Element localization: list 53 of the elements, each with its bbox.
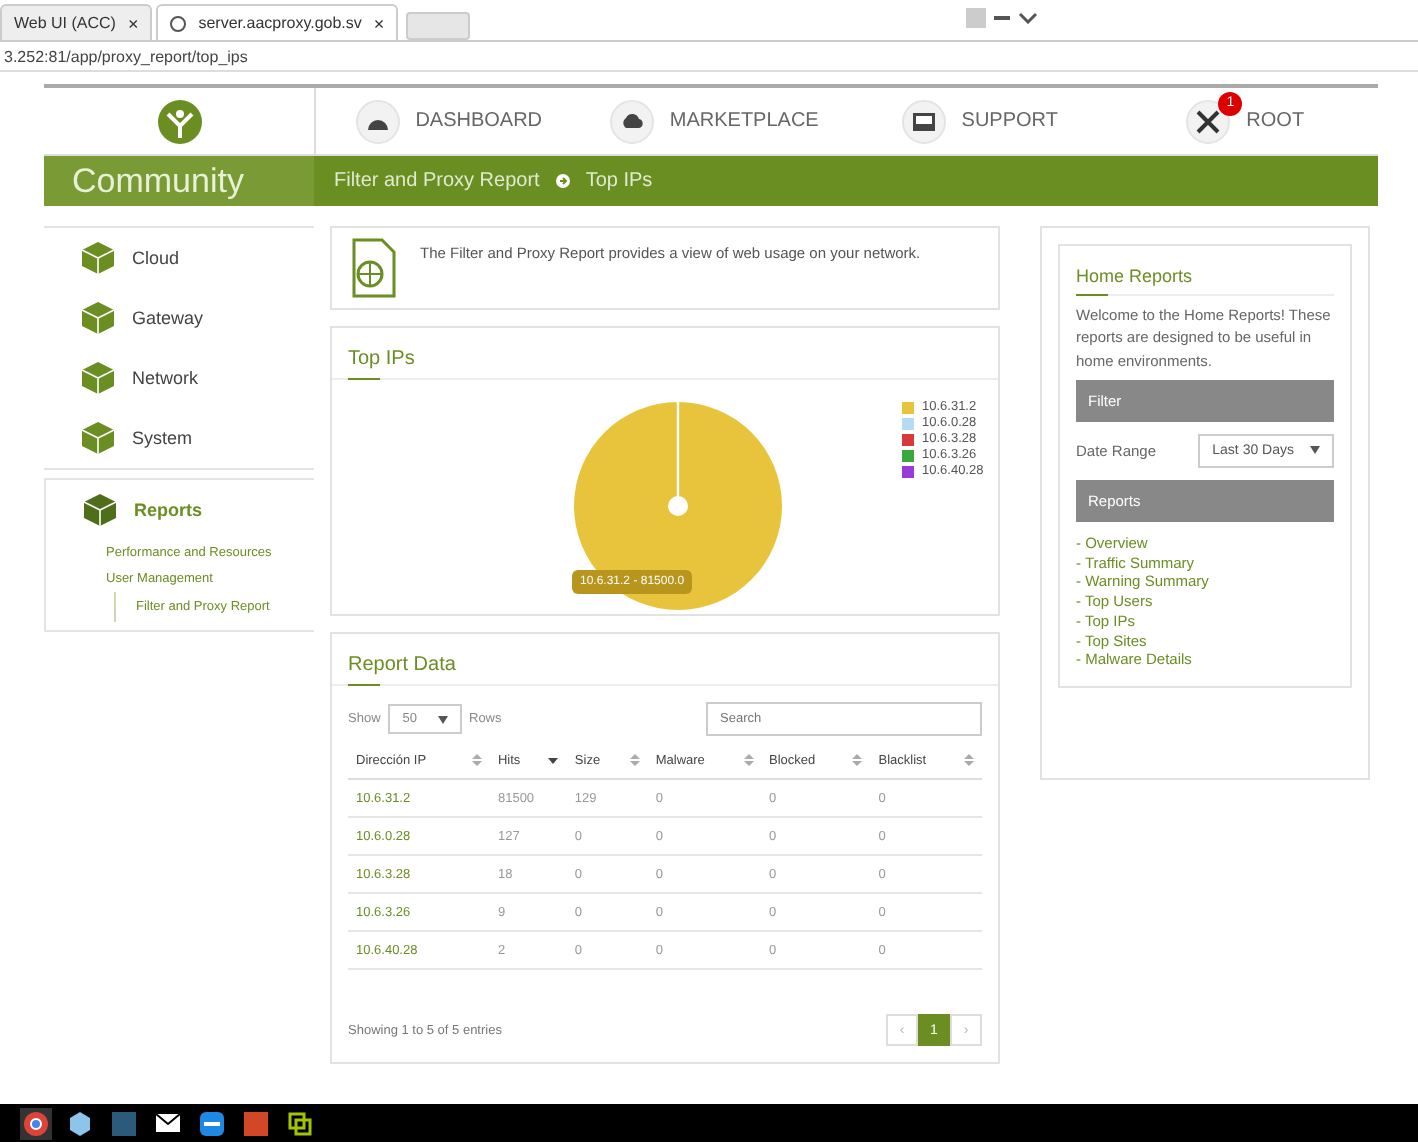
sort-icon: [629, 754, 640, 766]
card-title: Top IPs: [332, 328, 998, 380]
nav-link[interactable]: DASHBOARD: [316, 88, 582, 154]
caret-icon: [1310, 446, 1320, 455]
chevron-down-icon[interactable]: [1018, 12, 1038, 24]
address-bar[interactable]: 3.252:81/app/proxy_report/top_ips: [0, 42, 1418, 72]
minimize-icon[interactable]: [994, 15, 1010, 21]
sort-icon: [743, 754, 754, 766]
sort-icon: [964, 754, 974, 766]
community-logo-icon: [157, 99, 201, 143]
sort-icon: [471, 754, 482, 766]
tab-close[interactable]: ×: [127, 13, 139, 33]
cube-icon: [80, 420, 116, 456]
sidebar-item[interactable]: Network: [44, 348, 211, 408]
breadcrumb[interactable]: Filter and Proxy Report: [334, 170, 540, 192]
web-document-icon: [348, 236, 400, 300]
browser-tab[interactable]: server.aacproxy.gob.sv ×: [156, 4, 399, 40]
brand-name: Community: [44, 156, 314, 206]
caret-icon: [437, 715, 447, 723]
taskbar-button[interactable]: [20, 1107, 52, 1139]
card-title: Report Data: [332, 634, 998, 686]
cube-icon: [70, 1111, 90, 1135]
cloud-download-icon: [619, 112, 644, 130]
taskbar-button[interactable]: [284, 1107, 316, 1139]
sidebar-item[interactable]: Reports: [46, 480, 215, 540]
browser-icon: [24, 1111, 48, 1135]
sidebar-item[interactable]: System: [44, 408, 205, 468]
globe-icon: [170, 15, 187, 31]
taskbar-button[interactable]: [196, 1107, 228, 1139]
cube-icon: [82, 492, 118, 528]
card-title: Home Reports: [1076, 246, 1334, 296]
nav-link[interactable]: MARKETPLACE: [581, 88, 847, 154]
nav-link[interactable]: SUPPORT: [847, 88, 1113, 154]
sidebar-item[interactable]: Cloud: [44, 228, 192, 288]
app-icon: [112, 1111, 136, 1135]
taskbar-button[interactable]: [64, 1107, 96, 1139]
cube-icon: [80, 360, 116, 396]
remote-icon: [200, 1111, 224, 1135]
vm-icon: [288, 1111, 312, 1135]
slides-icon: [244, 1111, 268, 1135]
tab-title: Web UI (ACC): [14, 14, 116, 32]
cube-icon: [80, 240, 116, 276]
mail-icon: [156, 1114, 180, 1132]
sort-icon: [852, 754, 863, 766]
cube-icon: [80, 300, 116, 336]
tab-close[interactable]: ×: [373, 13, 385, 33]
breadcrumb: Top IPs: [585, 170, 653, 192]
sort-down-icon: [548, 754, 559, 766]
sidebar-item[interactable]: Gateway: [44, 288, 216, 348]
inbox-icon: [911, 111, 936, 131]
browser-tab[interactable]: Web UI (ACC) ×: [0, 4, 153, 40]
arrow-right-icon: [555, 174, 570, 188]
tab-title: server.aacproxy.gob.sv: [198, 14, 362, 32]
